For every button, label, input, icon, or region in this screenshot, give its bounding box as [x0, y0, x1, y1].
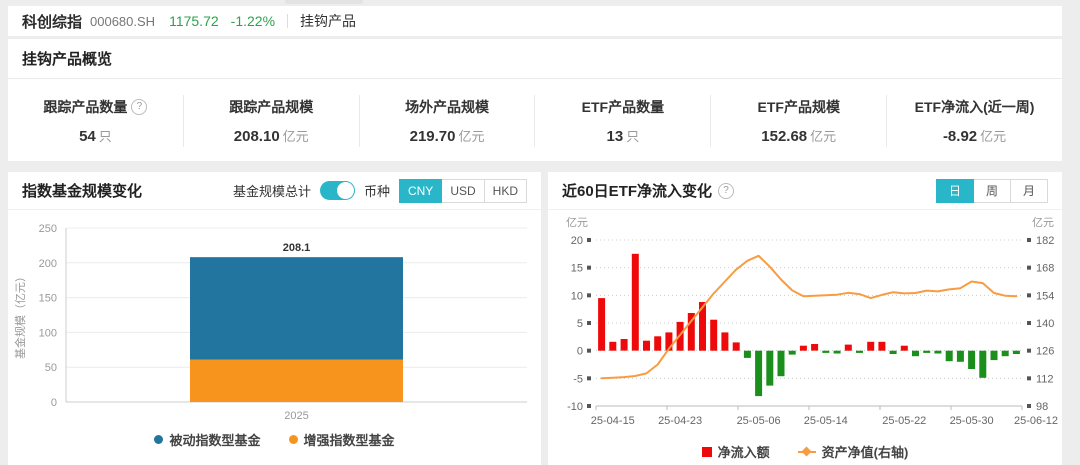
stat-unit: 只 [626, 129, 639, 144]
svg-text:0: 0 [577, 346, 583, 358]
etf-netflow-legend: 净流入额 资产净值(右轴) [548, 442, 1062, 461]
svg-text:250: 250 [39, 223, 57, 235]
svg-text:100: 100 [39, 327, 57, 339]
svg-text:126: 126 [1036, 346, 1054, 358]
svg-text:15: 15 [571, 263, 583, 275]
svg-text:112: 112 [1036, 373, 1054, 385]
stat-label: 跟踪产品规模 [229, 97, 313, 117]
legend-net-asset-value[interactable]: 资产净值(右轴) [798, 442, 909, 461]
period-week-button[interactable]: 周 [973, 179, 1011, 203]
period-day-button[interactable]: 日 [936, 179, 974, 203]
svg-text:-5: -5 [573, 373, 583, 385]
currency-hkd-button[interactable]: HKD [484, 179, 527, 203]
stat-label: 场外产品规模 [405, 97, 489, 117]
stat-value: 13 [607, 128, 624, 145]
stat-label: ETF净流入(近一周) [915, 97, 1035, 117]
stat-tracking-count: 跟踪产品数量 ? 54只 [8, 95, 184, 147]
stat-value: -8.92 [943, 128, 977, 145]
svg-text:25-04-23: 25-04-23 [658, 415, 702, 427]
svg-text:25-05-14: 25-05-14 [804, 415, 848, 427]
toggle-knob-icon [337, 182, 354, 199]
fund-scale-legend: 被动指数型基金 增强指数型基金 [8, 430, 541, 449]
stat-unit: 亿元 [810, 129, 836, 144]
stat-etf-netflow-week: ETF净流入(近一周) -8.92亿元 [887, 95, 1062, 147]
etf-netflow-chart[interactable]: 亿元 亿元 20 182 15 168 10 154 5 140 0 126 -5 112 -10 98 25-… [548, 210, 1062, 442]
currency-usd-button[interactable]: USD [441, 179, 484, 203]
top-tab-remnant [285, 0, 363, 4]
currency-label: 币种 [364, 181, 390, 200]
fund-scale-chart[interactable]: 0 50 100 150 200 250 基金规模（亿元） 208.1 2025 [8, 214, 541, 428]
period-month-button[interactable]: 月 [1010, 179, 1048, 203]
legend-line-icon [798, 451, 816, 453]
legend-passive-index-funds[interactable]: 被动指数型基金 [154, 430, 260, 449]
etf-netflow-panel: 近60日ETF净流入变化 ? 日 周 月 亿元 亿元 20 182 15 168 10 154… [548, 172, 1062, 465]
svg-text:140: 140 [1036, 318, 1054, 330]
stat-unit: 亿元 [980, 129, 1006, 144]
stat-label: 跟踪产品数量 [43, 97, 127, 117]
index-change: -1.22% [231, 13, 275, 29]
svg-text:150: 150 [39, 293, 57, 305]
svg-text:亿元: 亿元 [566, 216, 588, 229]
svg-text:200: 200 [39, 258, 57, 270]
svg-text:98: 98 [1036, 401, 1048, 413]
help-icon[interactable]: ? [718, 183, 734, 199]
stats-row: 跟踪产品数量 ? 54只 跟踪产品规模 208.10亿元 场外产品规模 219.… [8, 79, 1062, 147]
svg-text:20: 20 [571, 235, 583, 247]
svg-text:50: 50 [45, 362, 57, 374]
svg-text:182: 182 [1036, 235, 1054, 247]
stat-label: ETF产品数量 [582, 97, 664, 117]
legend-enhanced-index-funds[interactable]: 增强指数型基金 [289, 430, 395, 449]
legend-square-icon [702, 447, 712, 457]
period-button-group: 日 周 月 [936, 179, 1048, 203]
svg-text:25-05-06: 25-05-06 [737, 415, 781, 427]
stat-otc-scale: 场外产品规模 219.70亿元 [360, 95, 536, 147]
index-code: 000680.SH [90, 14, 155, 29]
stat-unit: 亿元 [459, 129, 485, 144]
stat-value: 219.70 [410, 128, 456, 145]
stat-unit: 亿元 [283, 129, 309, 144]
index-name: 科创综指 [22, 11, 82, 32]
index-price: 1175.72 [169, 13, 219, 29]
stat-value: 54 [79, 128, 96, 145]
svg-text:5: 5 [577, 318, 583, 330]
svg-text:25-05-22: 25-05-22 [882, 415, 926, 427]
fund-scale-title: 指数基金规模变化 [22, 180, 142, 201]
fund-total-toggle[interactable] [320, 181, 355, 200]
stat-value: 208.10 [234, 128, 280, 145]
charts-row: 指数基金规模变化 基金规模总计 币种 CNY USD HKD 050100150… [8, 172, 1062, 465]
etf-netflow-title: 近60日ETF净流入变化 [562, 180, 712, 201]
svg-text:25-05-30: 25-05-30 [950, 415, 994, 427]
stat-unit: 只 [99, 129, 112, 144]
legend-net-inflow[interactable]: 净流入额 [702, 442, 770, 461]
svg-text:2025: 2025 [284, 410, 308, 422]
legend-dot-icon [154, 435, 163, 444]
overview-panel: 挂钩产品概览 跟踪产品数量 ? 54只 跟踪产品规模 208.10亿元 场外产品… [8, 39, 1062, 161]
stat-etf-count: ETF产品数量 13只 [535, 95, 711, 147]
svg-text:-10: -10 [567, 401, 583, 413]
fund-total-toggle-label: 基金规模总计 [233, 181, 311, 200]
overview-title: 挂钩产品概览 [8, 39, 1062, 79]
header-divider [287, 14, 288, 28]
svg-text:168: 168 [1036, 263, 1054, 275]
svg-text:25-06-12: 25-06-12 [1014, 415, 1058, 427]
stat-value: 152.68 [761, 128, 807, 145]
stat-label: ETF产品规模 [758, 97, 840, 117]
help-icon[interactable]: ? [131, 99, 147, 115]
svg-text:25-04-15: 25-04-15 [591, 415, 635, 427]
stat-tracking-scale: 跟踪产品规模 208.10亿元 [184, 95, 360, 147]
currency-cny-button[interactable]: CNY [399, 179, 442, 203]
fund-scale-panel: 指数基金规模变化 基金规模总计 币种 CNY USD HKD 0 50 100 150… [8, 172, 541, 465]
linked-products-page: 科创综指 000680.SH 1175.72 -1.22% 挂钩产品 挂钩产品概… [8, 6, 1062, 465]
stat-etf-scale: ETF产品规模 152.68亿元 [711, 95, 887, 147]
svg-text:154: 154 [1036, 290, 1054, 302]
svg-text:0: 0 [51, 397, 57, 409]
svg-text:亿元: 亿元 [1032, 216, 1054, 229]
legend-dot-icon [289, 435, 298, 444]
svg-text:10: 10 [571, 290, 583, 302]
svg-text:基金规模（亿元）: 基金规模（亿元） [13, 271, 27, 359]
tab-linked-products[interactable]: 挂钩产品 [300, 11, 356, 31]
svg-text:208.1: 208.1 [283, 242, 311, 254]
index-header-bar: 科创综指 000680.SH 1175.72 -1.22% 挂钩产品 [8, 6, 1062, 36]
currency-button-group: CNY USD HKD [399, 179, 527, 203]
